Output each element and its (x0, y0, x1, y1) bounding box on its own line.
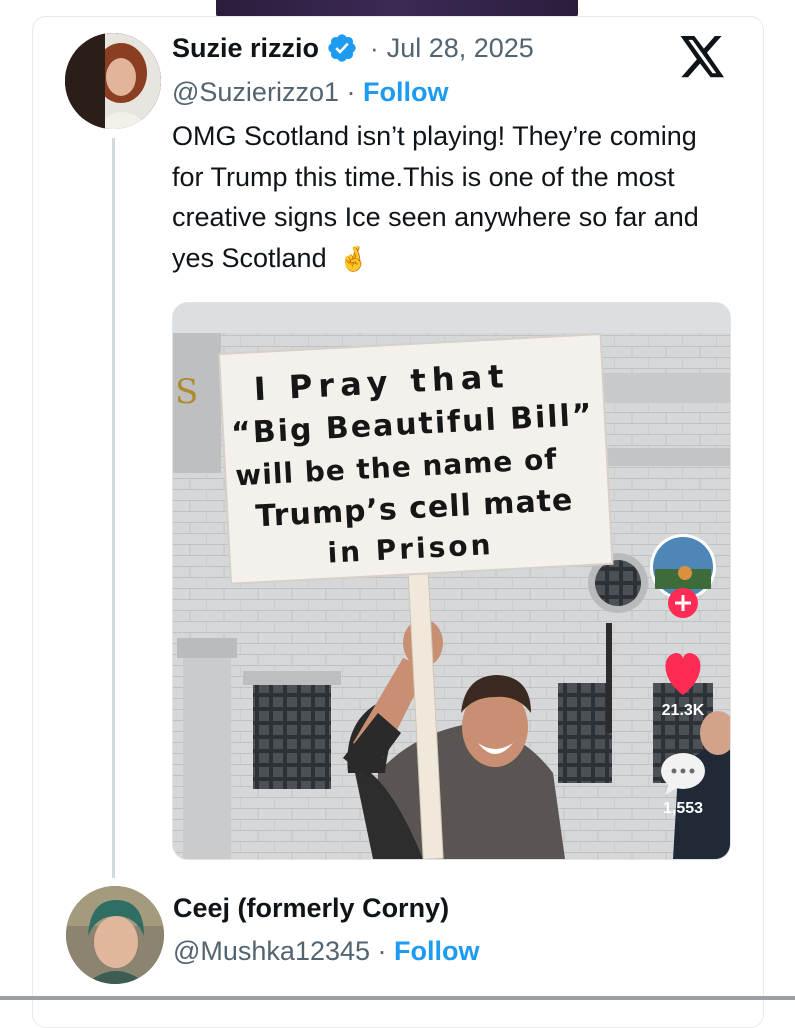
comment-count: 1,553 (663, 800, 703, 817)
post-date[interactable]: Jul 28, 2025 (387, 33, 534, 64)
follow-plus-icon[interactable] (668, 588, 698, 618)
reply-follow-button[interactable]: Follow (394, 936, 479, 966)
like-count: 21.3K (662, 702, 705, 719)
verified-badge-icon (326, 32, 358, 64)
thread-connector-line (112, 138, 115, 878)
date-separator: · (370, 32, 379, 63)
tweet-text: OMG Scotland isn’t playing! They’re comi… (172, 121, 699, 273)
reply-handle-separator: · (370, 936, 395, 966)
x-logo-icon[interactable] (680, 36, 726, 78)
tweet-body: OMG Scotland isn’t playing! They’re comi… (172, 116, 712, 280)
reply-author-header: Ceej (formerly Corny) (173, 893, 449, 924)
author-handle[interactable]: @Suzierizzo1 (172, 77, 339, 107)
tweet-media-video[interactable]: S I Pray that “Big Beautiful Bill” will … (172, 302, 731, 860)
crossed-fingers-emoji: 🤞 (338, 245, 369, 273)
author-avatar[interactable] (65, 33, 161, 129)
author-header: Suzie rizzio · Jul 28, 2025 (172, 32, 534, 64)
reply-handle-row: @Mushka12345 · Follow (173, 936, 480, 967)
reply-author-name[interactable]: Ceej (formerly Corny) (173, 893, 449, 923)
bottom-divider (0, 996, 795, 1000)
svg-text:S: S (175, 372, 198, 412)
author-name[interactable]: Suzie rizzio (172, 33, 319, 64)
author-handle-row: @Suzierizzo1 · Follow (172, 77, 448, 108)
handle-separator: · (338, 77, 363, 107)
reply-author-handle[interactable]: @Mushka12345 (173, 936, 370, 966)
follow-button[interactable]: Follow (363, 77, 448, 107)
reply-author-avatar[interactable] (66, 886, 164, 984)
previous-post-image-edge (216, 0, 578, 17)
